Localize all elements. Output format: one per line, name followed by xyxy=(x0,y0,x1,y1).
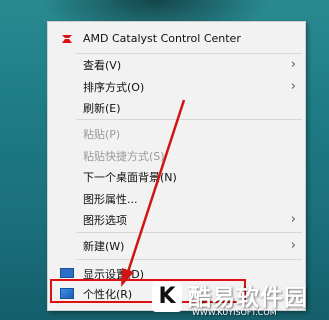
watermark: K 酷易软件园 WWW.KUYISOFT.COM xyxy=(150,278,329,320)
annotation-arrow xyxy=(121,99,186,287)
watermark-logo: K xyxy=(152,282,182,312)
watermark-title: 酷易软件园 xyxy=(188,285,308,311)
watermark-url: WWW.KUYISOFT.COM xyxy=(192,308,277,317)
